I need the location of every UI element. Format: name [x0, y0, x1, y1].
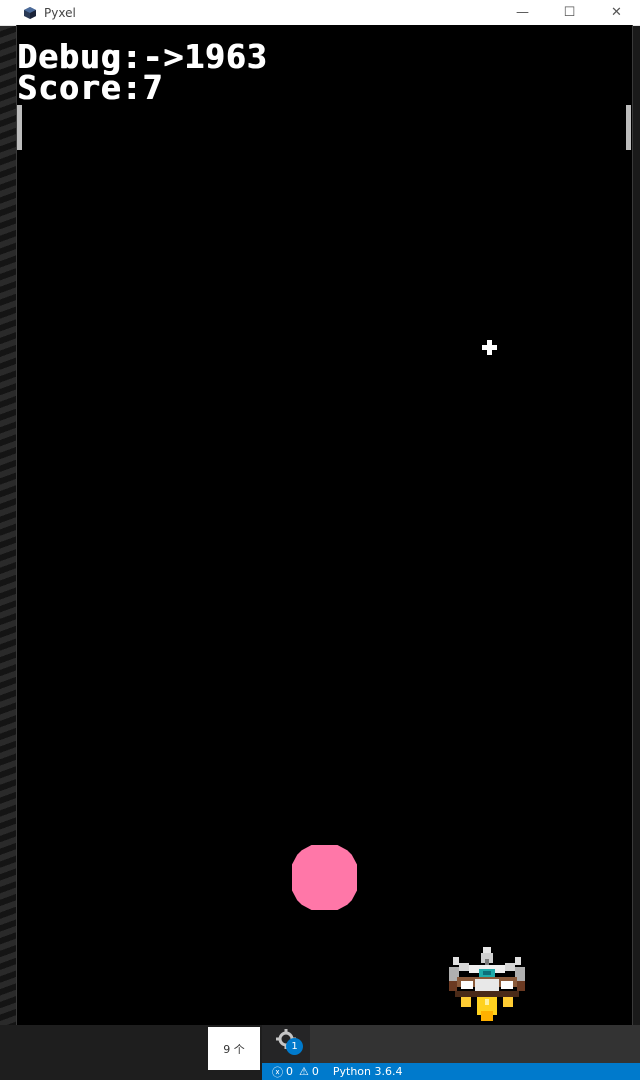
desktop-background — [0, 25, 16, 1025]
right-paddle-bar — [626, 105, 631, 150]
warning-count: 0 — [311, 1065, 319, 1078]
star-sparkle-icon — [482, 340, 497, 355]
game-canvas[interactable]: Debug:->1963 Score:7 — [16, 25, 633, 1026]
notification-badge: 1 — [286, 1038, 303, 1055]
warning-icon: ⚠ — [299, 1065, 309, 1078]
ide-activity-panel — [262, 1025, 640, 1063]
taskbar-popup[interactable]: 9 个 — [208, 1027, 260, 1070]
close-button[interactable]: ✕ — [593, 0, 640, 25]
window-title: Pyxel — [44, 5, 76, 20]
error-icon: ⓧ — [272, 1065, 283, 1079]
pyxel-app-icon — [24, 6, 36, 19]
minimize-button[interactable]: — — [499, 0, 546, 25]
pink-ball — [292, 845, 357, 910]
minimize-icon: — — [516, 5, 529, 20]
close-icon: ✕ — [611, 5, 622, 20]
spaceship-sprite — [449, 947, 525, 1021]
error-count: 0 — [286, 1065, 293, 1078]
left-paddle-bar — [17, 105, 22, 150]
maximize-icon: ☐ — [563, 5, 576, 20]
ide-status-bar: ⓧ 0 ⚠ 0 Python 3.6.4 — [262, 1063, 640, 1080]
score-readout: Score:7 — [17, 68, 164, 107]
window-controls: — ☐ ✕ — [499, 0, 640, 25]
interpreter-selector[interactable]: Python 3.6.4 — [333, 1065, 403, 1078]
interpreter-label: Python 3.6.4 — [332, 1065, 403, 1078]
maximize-button[interactable]: ☐ — [546, 0, 593, 25]
window-titlebar[interactable]: Pyxel — ☐ ✕ — [0, 0, 640, 26]
problems-indicator[interactable]: ⓧ 0 ⚠ 0 — [272, 1064, 319, 1080]
